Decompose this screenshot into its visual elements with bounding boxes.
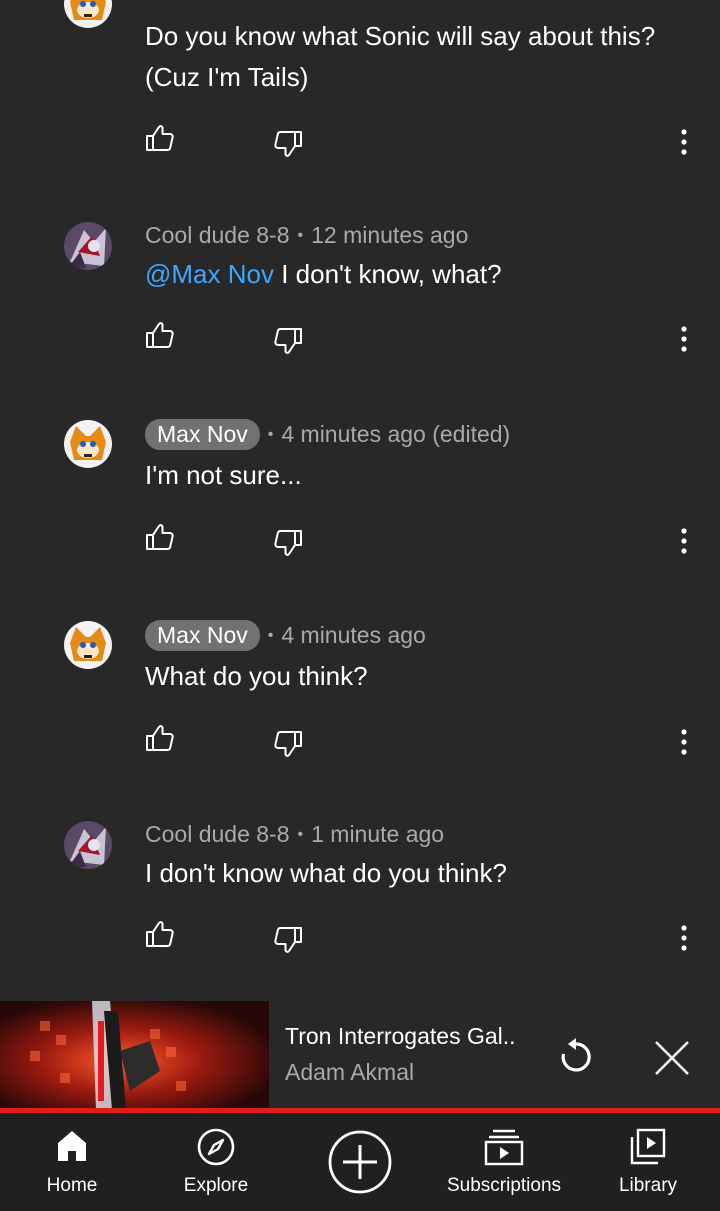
comment-meta: Max Nov • 4 minutes ago (edited) xyxy=(145,419,510,450)
more-options-icon[interactable] xyxy=(670,726,698,758)
dislike-icon[interactable] xyxy=(272,924,304,956)
like-icon[interactable] xyxy=(144,521,176,553)
avatar[interactable] xyxy=(64,222,112,270)
comment-item: Cool dude 8-8 • 1 minute ago I don't kno… xyxy=(0,800,720,1000)
comment-author[interactable]: Cool dude 8-8 xyxy=(145,222,290,249)
close-icon[interactable] xyxy=(654,1040,690,1076)
subscriptions-icon xyxy=(484,1129,524,1166)
comment-time: 12 minutes ago xyxy=(311,222,469,248)
meta-separator: • xyxy=(267,626,274,644)
more-options-icon[interactable] xyxy=(670,126,698,158)
avatar[interactable] xyxy=(64,420,112,468)
comment-item: Do you know what Sonic will say about th… xyxy=(0,0,720,200)
comment-author[interactable]: Cool dude 8-8 xyxy=(145,821,290,848)
nav-explore-label: Explore xyxy=(183,1175,249,1196)
comment-text: Do you know what Sonic will say about th… xyxy=(145,21,656,51)
nav-create[interactable] xyxy=(325,1113,395,1211)
comment-item: Max Nov • 4 minutes ago What do you thin… xyxy=(0,601,720,801)
nav-library[interactable]: Library xyxy=(598,1113,698,1211)
more-options-icon[interactable] xyxy=(670,525,698,557)
author-chip[interactable]: Max Nov xyxy=(145,419,260,450)
nav-home[interactable]: Home xyxy=(22,1113,122,1211)
dislike-icon[interactable] xyxy=(272,325,304,357)
comment-text: I don't know what do you think? xyxy=(145,858,507,888)
like-icon[interactable] xyxy=(144,918,176,950)
dislike-icon[interactable] xyxy=(272,527,304,559)
comment-text-line2: (Cuz I'm Tails) xyxy=(145,62,309,92)
comment-meta: Cool dude 8-8 • 12 minutes ago xyxy=(145,222,468,249)
avatar[interactable] xyxy=(64,821,112,869)
comment-text: I'm not sure... xyxy=(145,460,302,490)
mini-player[interactable]: Tron Interrogates Gal.. Adam Akmal xyxy=(0,1001,720,1110)
comment-time: 4 minutes ago (edited) xyxy=(281,421,511,447)
meta-separator: • xyxy=(267,425,274,443)
nav-subscriptions-label: Subscriptions xyxy=(446,1175,562,1196)
video-thumbnail[interactable] xyxy=(0,1001,269,1110)
comment-text: @Max Nov I don't know, what? xyxy=(145,254,502,295)
like-icon[interactable] xyxy=(144,319,176,351)
comment-time: 1 minute ago xyxy=(311,821,445,847)
more-options-icon[interactable] xyxy=(670,922,698,954)
compass-icon xyxy=(197,1128,235,1166)
comment-meta: Cool dude 8-8 • 1 minute ago xyxy=(145,821,444,848)
meta-separator: • xyxy=(297,825,304,843)
meta-separator: • xyxy=(297,226,304,244)
replay-icon[interactable] xyxy=(557,1038,595,1076)
comment-item: Cool dude 8-8 • 12 minutes ago @Max Nov … xyxy=(0,200,720,400)
nav-explore[interactable]: Explore xyxy=(166,1113,266,1211)
create-plus-icon xyxy=(328,1130,392,1194)
mini-player-title[interactable]: Tron Interrogates Gal.. xyxy=(285,1023,516,1050)
nav-subscriptions[interactable]: Subscriptions xyxy=(434,1113,574,1211)
avatar[interactable] xyxy=(64,0,112,28)
comment-item: Max Nov • 4 minutes ago (edited) I'm not… xyxy=(0,400,720,600)
author-chip[interactable]: Max Nov xyxy=(145,620,260,651)
avatar[interactable] xyxy=(64,621,112,669)
dislike-icon[interactable] xyxy=(272,128,304,160)
more-options-icon[interactable] xyxy=(670,323,698,355)
home-icon xyxy=(58,1131,86,1161)
bottom-navigation: Home Explore Subscriptions Library xyxy=(0,1113,720,1211)
mention-link[interactable]: @Max Nov xyxy=(145,259,274,289)
comment-meta: Max Nov • 4 minutes ago xyxy=(145,620,426,651)
like-icon[interactable] xyxy=(144,122,176,154)
comment-time: 4 minutes ago xyxy=(281,622,426,648)
library-icon xyxy=(630,1128,666,1165)
comment-text: What do you think? xyxy=(145,661,368,691)
comment-body: I don't know, what? xyxy=(281,259,502,289)
like-icon[interactable] xyxy=(144,722,176,754)
nav-home-label: Home xyxy=(46,1175,98,1196)
nav-library-label: Library xyxy=(618,1175,678,1196)
mini-player-channel: Adam Akmal xyxy=(285,1059,415,1085)
dislike-icon[interactable] xyxy=(272,728,304,760)
